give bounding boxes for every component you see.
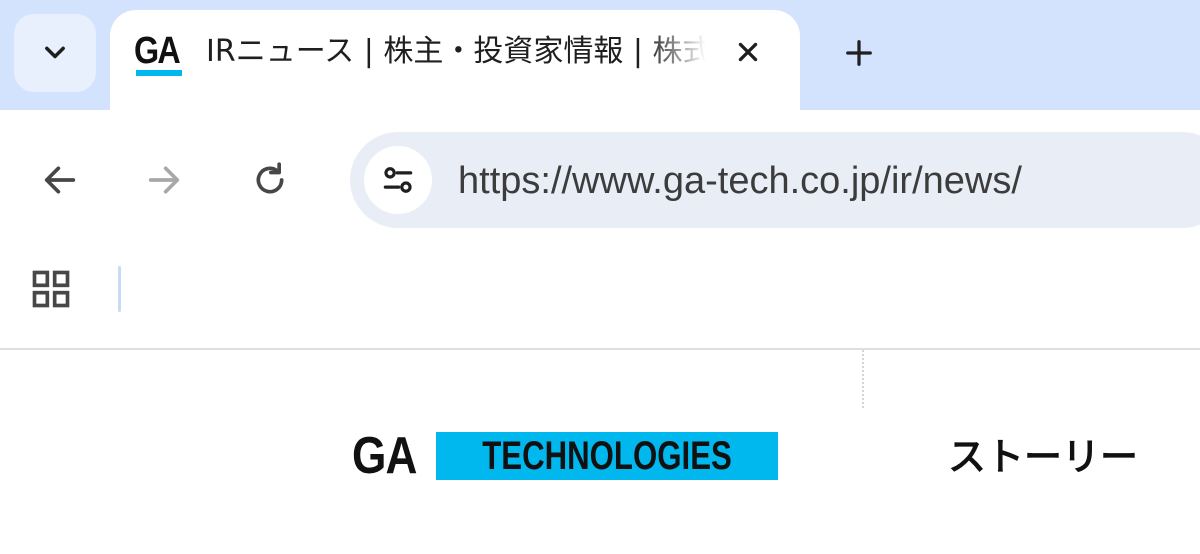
tab-title: IRニュース | 株主・投資家情報 | 株式会社GA technologies xyxy=(206,34,706,69)
forward-button[interactable] xyxy=(136,152,192,208)
active-tab[interactable]: GA IRニュース | 株主・投資家情報 | 株式会社GA technologi… xyxy=(110,10,800,114)
arrow-right-icon xyxy=(148,166,180,194)
plus-icon xyxy=(846,40,872,66)
tab-favicon: GA xyxy=(134,32,186,78)
tab-search-button[interactable] xyxy=(14,14,96,92)
reload-button[interactable] xyxy=(242,152,298,208)
url-text[interactable]: https://www.ga-tech.co.jp/ir/news/ xyxy=(458,156,1022,206)
favicon-accent-bar xyxy=(136,70,182,76)
arrow-left-icon xyxy=(44,166,76,194)
close-icon xyxy=(738,42,758,62)
logo-ga-text: GA xyxy=(352,427,417,485)
bookmarks-separator xyxy=(118,266,121,312)
reload-icon xyxy=(256,162,284,194)
favicon-ga-text: GA xyxy=(134,30,181,72)
back-button[interactable] xyxy=(32,152,88,208)
logo-technologies-box: TECHNOLOGIES xyxy=(436,432,778,480)
header-divider xyxy=(862,350,864,408)
site-info-button[interactable] xyxy=(364,146,432,214)
tune-icon xyxy=(383,167,413,193)
apps-grid-icon xyxy=(32,270,70,308)
browser-toolbar: https://www.ga-tech.co.jp/ir/news/ xyxy=(0,110,1200,250)
logo-technologies-text: TECHNOLOGIES xyxy=(482,434,732,478)
tab-strip: GA IRニュース | 株主・投資家情報 | 株式会社GA technologi… xyxy=(0,0,1200,114)
new-tab-button[interactable] xyxy=(834,28,884,78)
apps-button[interactable] xyxy=(26,264,76,314)
nav-link-story[interactable]: ストーリー xyxy=(948,432,1138,482)
close-tab-button[interactable] xyxy=(726,30,770,74)
address-bar[interactable]: https://www.ga-tech.co.jp/ir/news/ xyxy=(350,132,1200,228)
bookmarks-bar xyxy=(0,250,1200,348)
site-logo[interactable]: GA TECHNOLOGIES xyxy=(352,430,778,482)
chevron-down-icon xyxy=(45,46,65,59)
page-content: GA TECHNOLOGIES ストーリー xyxy=(0,350,1200,554)
